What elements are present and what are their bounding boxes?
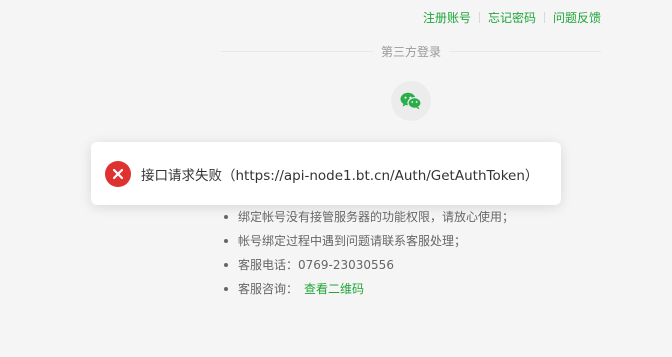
wechat-icon <box>400 92 422 110</box>
header-links: 注册账号 忘记密码 问题反馈 <box>423 9 601 26</box>
wechat-login-button[interactable] <box>391 81 431 121</box>
register-link[interactable]: 注册账号 <box>423 9 471 26</box>
error-message: 接口请求失败（https://api-node1.bt.cn/Auth/GetA… <box>141 167 539 184</box>
note-item: 客服电话：0769-23030556 <box>222 253 514 277</box>
link-separator <box>478 12 480 23</box>
note-item: 客服咨询： 查看二维码 <box>222 277 514 301</box>
error-icon <box>105 160 131 187</box>
note-item: 帐号绑定过程中遇到问题请联系客服处理； <box>222 229 514 253</box>
error-toast: 接口请求失败（https://api-node1.bt.cn/Auth/GetA… <box>91 142 561 205</box>
forgot-password-link[interactable]: 忘记密码 <box>488 9 536 26</box>
login-page: 注册账号 忘记密码 问题反馈 第三方登录 接口请求失败（https://api-… <box>0 0 672 357</box>
note-item: 绑定帐号没有接管服务器的功能权限，请放心使用； <box>222 205 514 229</box>
feedback-link[interactable]: 问题反馈 <box>553 9 601 26</box>
third-party-label: 第三方登录 <box>373 44 449 60</box>
link-separator <box>543 12 545 23</box>
notes-list: 绑定帐号没有接管服务器的功能权限，请放心使用； 帐号绑定过程中遇到问题请联系客服… <box>222 205 514 301</box>
view-qrcode-link[interactable]: 查看二维码 <box>304 282 364 296</box>
support-consult-label: 客服咨询： <box>238 282 299 296</box>
